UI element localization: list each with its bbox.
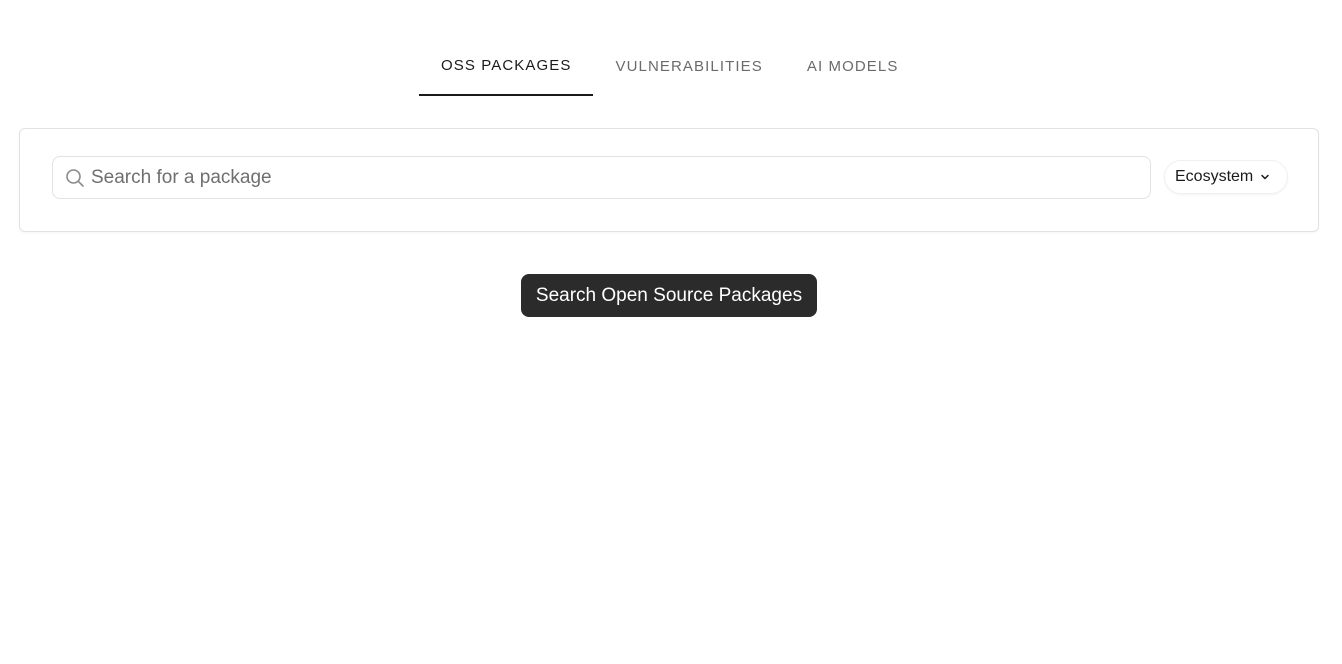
tab-label: VULNERABILITIES	[615, 57, 763, 75]
search-packages-button-label: Search Open Source Packages	[535, 284, 803, 306]
search-card: Ecosystem	[19, 128, 1319, 232]
tab-label: AI MODELS	[806, 57, 899, 75]
page: OSS PACKAGES VULNERABILITIES AI MODELS E…	[0, 0, 1342, 664]
search-packages-button[interactable]: Search Open Source Packages	[521, 274, 817, 317]
chevron-down-icon	[1259, 171, 1271, 183]
ecosystem-label: Ecosystem	[1175, 168, 1254, 185]
ecosystem-dropdown[interactable]: Ecosystem	[1164, 160, 1289, 194]
tab-oss-packages[interactable]: OSS PACKAGES	[419, 34, 594, 96]
search-field[interactable]	[52, 156, 1151, 199]
tab-label: OSS PACKAGES	[441, 56, 572, 74]
tab-vulnerabilities[interactable]: VULNERABILITIES	[593, 34, 784, 96]
tab-ai-models[interactable]: AI MODELS	[785, 34, 921, 96]
search-input[interactable]	[91, 159, 1131, 196]
search-icon	[65, 168, 85, 188]
tab-bar: OSS PACKAGES VULNERABILITIES AI MODELS	[419, 34, 920, 96]
